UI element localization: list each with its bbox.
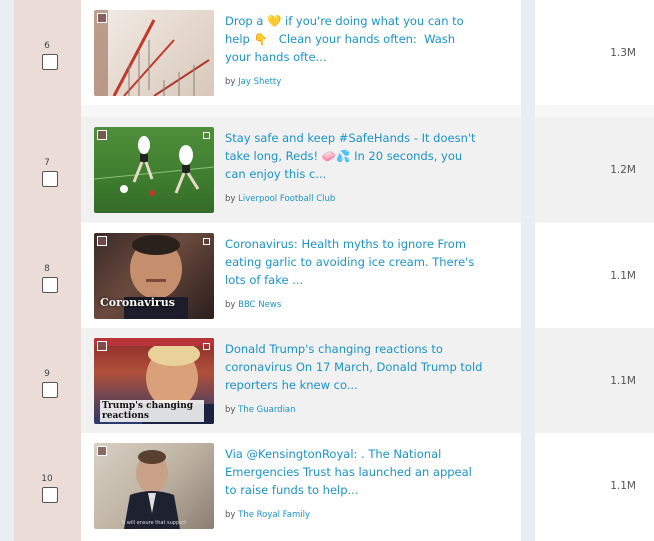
engagement-count: 1.1M xyxy=(610,375,636,387)
row-checkbox[interactable] xyxy=(42,487,58,503)
author-link[interactable]: BBC News xyxy=(238,300,281,310)
table-row: 7 Stay safe and keep #SafeHands - It doe… xyxy=(14,117,654,222)
rank-number: 7 xyxy=(44,158,50,168)
by-label: by xyxy=(225,194,236,204)
post-title-link[interactable]: Coronavirus: Health myths to ignore From… xyxy=(225,235,483,289)
post-title-link[interactable]: Drop a 💛 if you're doing what you can to… xyxy=(225,12,483,66)
table-row: 9 Trump's changing reactions Donald Trum… xyxy=(14,328,654,433)
metric-cell xyxy=(535,117,654,222)
metric-cell xyxy=(535,0,654,105)
row-checkbox[interactable] xyxy=(42,277,58,293)
by-label: by xyxy=(225,405,236,415)
post-byline: by The Royal Family xyxy=(225,510,310,520)
post-title-link[interactable]: Stay safe and keep #SafeHands - It doesn… xyxy=(225,129,483,183)
row-checkbox[interactable] xyxy=(42,382,58,398)
by-label: by xyxy=(225,510,236,520)
post-thumbnail[interactable]: Trump's changing reactions xyxy=(94,338,214,424)
multi-media-icon xyxy=(203,238,210,245)
rank-number: 6 xyxy=(44,41,50,51)
multi-media-icon xyxy=(203,343,210,350)
thumbnail-type-icon xyxy=(97,341,107,351)
row-checkbox[interactable] xyxy=(42,171,58,187)
thumbnail-type-icon xyxy=(97,236,107,246)
table-row: 10 It will ensure that support Via @Kens… xyxy=(14,433,654,541)
author-link[interactable]: Liverpool Football Club xyxy=(238,194,335,204)
rank-number: 10 xyxy=(41,474,53,484)
post-thumbnail[interactable]: Coronavirus xyxy=(94,233,214,319)
rank-number: 8 xyxy=(44,264,50,274)
metric-cell xyxy=(535,328,654,433)
metric-cell xyxy=(535,223,654,328)
post-thumbnail[interactable] xyxy=(94,127,214,213)
thumbnail-caption: Coronavirus xyxy=(100,296,175,309)
multi-media-icon xyxy=(203,132,210,139)
post-byline: by Liverpool Football Club xyxy=(225,194,335,204)
post-thumbnail[interactable]: It will ensure that support xyxy=(94,443,214,529)
engagement-count: 1.3M xyxy=(610,47,636,59)
royal-video-image xyxy=(124,450,180,529)
post-byline: by The Guardian xyxy=(225,405,296,415)
thumbnail-type-icon xyxy=(97,13,107,23)
engagement-count: 1.1M xyxy=(610,480,636,492)
post-byline: by Jay Shetty xyxy=(225,77,281,87)
video-subtitle: It will ensure that support xyxy=(121,520,187,526)
row-checkbox[interactable] xyxy=(42,54,58,70)
post-title-link[interactable]: Via @KensingtonRoyal: . The National Eme… xyxy=(225,445,483,499)
post-thumbnail[interactable] xyxy=(94,10,214,96)
thumbnail-type-icon xyxy=(97,130,107,140)
metric-cell xyxy=(535,433,654,541)
author-link[interactable]: The Guardian xyxy=(238,405,295,415)
staircase-image xyxy=(94,10,210,96)
thumbnail-type-icon xyxy=(97,446,107,456)
post-title-link[interactable]: Donald Trump's changing reactions to cor… xyxy=(225,340,483,394)
author-link[interactable]: The Royal Family xyxy=(238,510,310,520)
engagement-count: 1.2M xyxy=(610,164,636,176)
column-divider xyxy=(521,0,535,541)
table-row: 8 Coronavirus Coronavirus: Health myths … xyxy=(14,223,654,328)
football-image xyxy=(94,136,214,196)
thumbnail-caption: Trump's changing reactions xyxy=(100,400,204,422)
table-row: 6 Drop a 💛 if you're doing what you can … xyxy=(14,0,654,105)
author-link[interactable]: Jay Shetty xyxy=(238,77,281,87)
by-label: by xyxy=(225,300,236,310)
by-label: by xyxy=(225,77,236,87)
post-byline: by BBC News xyxy=(225,300,281,310)
rank-number: 9 xyxy=(44,369,50,379)
engagement-count: 1.1M xyxy=(610,270,636,282)
